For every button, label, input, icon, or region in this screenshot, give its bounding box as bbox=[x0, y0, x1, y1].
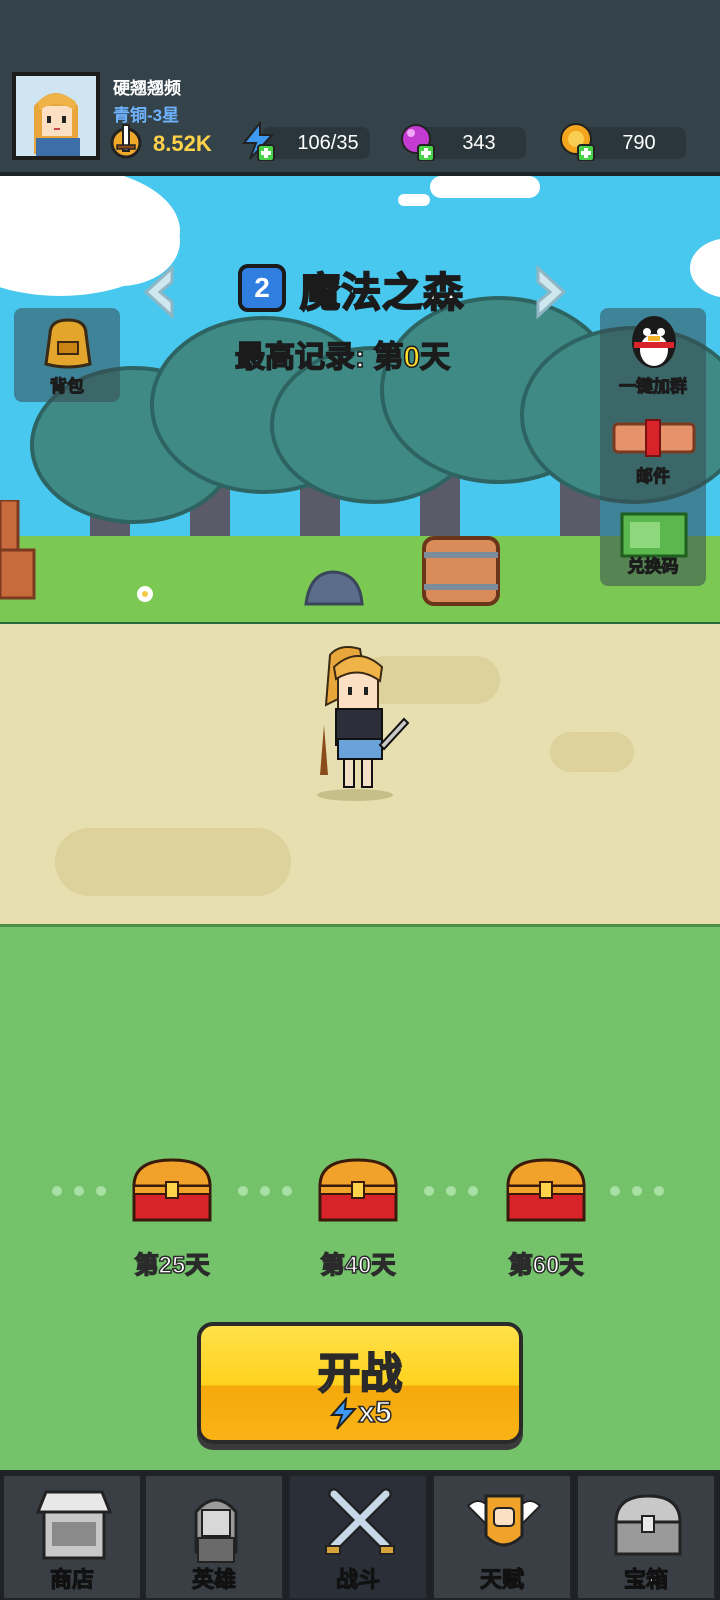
nav-chest[interactable]: 宝箱 bbox=[576, 1474, 716, 1600]
player-name: 硬翘翘频 bbox=[113, 79, 181, 98]
talent-fist-icon bbox=[466, 1494, 542, 1547]
rock-icon bbox=[304, 570, 364, 606]
track-dot bbox=[260, 1186, 270, 1196]
gem-add-icon[interactable] bbox=[398, 121, 438, 161]
barrel-icon bbox=[422, 536, 500, 606]
gem-value: 343 bbox=[462, 132, 496, 154]
energy-counter[interactable]: 106/35 bbox=[262, 127, 370, 159]
track-dot bbox=[654, 1186, 664, 1196]
nav-chest-label: 宝箱 bbox=[623, 1567, 668, 1593]
power-sword-icon bbox=[110, 124, 142, 159]
redeem-code-button[interactable]: 兑换码 bbox=[600, 508, 706, 586]
track-dot bbox=[96, 1186, 106, 1196]
milestone-label: 第60天 bbox=[508, 1251, 584, 1280]
energy-bolt-add-icon[interactable] bbox=[238, 121, 278, 161]
track-dot bbox=[74, 1186, 84, 1196]
record-suffix: 天 bbox=[419, 340, 451, 375]
penguin-icon bbox=[632, 316, 676, 368]
join-group-button[interactable]: 一键加群 bbox=[600, 308, 706, 402]
coin-value: 790 bbox=[622, 132, 656, 154]
nav-shop[interactable]: 商店 bbox=[2, 1474, 142, 1600]
stage-name: 魔法之森 bbox=[299, 270, 464, 316]
nav-talent-label: 天赋 bbox=[479, 1567, 524, 1593]
redeem-code-label: 兑换码 bbox=[627, 557, 679, 577]
prev-stage-arrow-icon[interactable] bbox=[138, 262, 178, 322]
track-dot bbox=[468, 1186, 478, 1196]
next-stage-arrow-icon[interactable] bbox=[532, 262, 572, 322]
track-dot bbox=[52, 1186, 62, 1196]
record-prefix: 最高记录: 第 bbox=[234, 340, 404, 375]
avatar-portrait-icon bbox=[16, 76, 96, 156]
nav-heroes[interactable]: 英雄 bbox=[144, 1474, 284, 1600]
track-dot bbox=[446, 1186, 456, 1196]
player-avatar[interactable] bbox=[12, 72, 100, 160]
energy-value: 106/35 bbox=[297, 132, 359, 154]
coin-add-icon[interactable] bbox=[558, 121, 598, 161]
mail-button[interactable]: 邮件 bbox=[600, 410, 706, 500]
milestone-label: 第40天 bbox=[320, 1251, 396, 1280]
track-dot bbox=[610, 1186, 620, 1196]
nav-shop-label: 商店 bbox=[49, 1567, 94, 1593]
backpack-label: 背包 bbox=[50, 377, 85, 397]
stage-number-badge: 2 bbox=[238, 264, 286, 312]
mail-scroll-icon bbox=[612, 419, 696, 457]
start-battle-cost: x5 bbox=[201, 1395, 519, 1431]
hero-icon bbox=[194, 1498, 238, 1563]
milestone-label: 第25天 bbox=[134, 1251, 210, 1280]
join-group-label: 一键加群 bbox=[619, 377, 688, 397]
track-dot bbox=[632, 1186, 642, 1196]
energy-bolt-icon bbox=[330, 1396, 358, 1430]
treasure-chest-icon bbox=[614, 1494, 682, 1556]
crossed-swords-icon bbox=[325, 1488, 395, 1555]
nav-talent[interactable]: 天赋 bbox=[432, 1474, 572, 1600]
nav-battle-label: 战斗 bbox=[335, 1567, 380, 1593]
nav-battle[interactable]: 战斗 bbox=[288, 1474, 428, 1600]
reward-chest-icon[interactable] bbox=[504, 1156, 588, 1224]
nav-heroes-label: 英雄 bbox=[191, 1567, 236, 1593]
mail-label: 邮件 bbox=[636, 467, 671, 487]
hero-character[interactable] bbox=[310, 645, 420, 805]
backpack-button[interactable]: 背包 bbox=[14, 308, 120, 402]
track-dot bbox=[282, 1186, 292, 1196]
record-value: 0 bbox=[403, 340, 421, 375]
track-dot bbox=[238, 1186, 248, 1196]
start-battle-label: 开战 bbox=[317, 1349, 403, 1398]
backpack-icon bbox=[44, 318, 92, 369]
track-dot bbox=[424, 1186, 434, 1196]
reward-chest-icon[interactable] bbox=[316, 1156, 400, 1224]
power-value: 8.52K bbox=[153, 131, 212, 156]
crates-icon bbox=[0, 500, 36, 600]
best-record: 最高记录: 第0天 bbox=[234, 332, 451, 376]
shop-icon bbox=[35, 1490, 113, 1560]
start-battle-button[interactable]: 开战 x5 bbox=[197, 1322, 523, 1444]
start-cost-value: x5 bbox=[358, 1395, 393, 1430]
flower-icon bbox=[137, 586, 153, 602]
reward-chest-icon[interactable] bbox=[130, 1156, 214, 1224]
